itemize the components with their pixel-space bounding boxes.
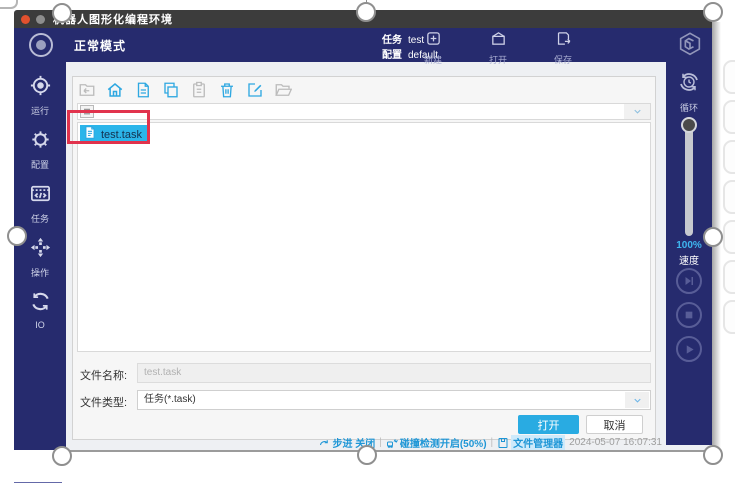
sidebar-item-label: 配置 [31,158,49,171]
background-window-edge [723,260,735,294]
background-window-corner [0,0,18,9]
code-window-icon [29,182,52,210]
path-dropdown[interactable] [77,103,651,120]
status-separator: | [379,437,382,448]
sidebar-item-label: 运行 [31,104,49,117]
file-type-label: 文件类型: [80,394,127,410]
play-icon [684,344,695,355]
io-circulation-icon [29,290,52,318]
background-window-edge [723,180,735,214]
selection-handle-top-left[interactable] [52,3,72,23]
background-window-edge [723,100,735,134]
cancel-button[interactable]: 取消 [586,415,643,434]
cube-logo-icon [676,31,704,59]
copy-icon[interactable] [161,81,180,100]
file-open-dialog: test.task 文件名称: test.task 文件类型: 任务(*.tas… [72,76,656,440]
speed-slider-track[interactable] [685,124,693,236]
background-window-edge [723,220,735,254]
selection-handle-bottom-right[interactable] [703,445,723,465]
sidebar-item-label: 任务 [31,212,49,225]
close-window-button[interactable] [21,15,30,24]
step-arrow-icon [318,437,330,449]
file-name-input[interactable]: test.task [137,363,651,383]
sidebar-item-run[interactable]: 运行 [14,74,66,120]
sidebar-item-config[interactable]: 配置 [14,128,66,174]
save-task-button[interactable]: 保存 [539,30,587,61]
save-task-label: 保存 [554,53,572,66]
background-window-edge [723,60,735,94]
skip-to-end-icon [683,275,695,287]
open-task-button[interactable]: 打开 [474,30,522,61]
skip-to-end-button[interactable] [676,268,702,294]
new-task-label: 新建 [424,53,442,66]
sidebar-item-label: IO [35,320,45,330]
annotation-highlight-box [67,110,150,144]
mode-label: 正常模式 [74,37,126,54]
collision-icon [386,437,398,449]
sidebar-item-task[interactable]: 任务 [14,182,66,228]
collision-detection-status[interactable]: 碰撞检测开启(50%) [386,435,487,450]
home-icon[interactable] [105,81,124,100]
right-sidebar: 循环 100% 速度 [666,62,712,445]
mode-indicator-icon[interactable] [29,33,53,57]
rename-icon[interactable] [245,81,264,100]
new-task-button[interactable]: 新建 [409,30,457,61]
file-list[interactable]: test.task [77,122,651,352]
status-separator: | [491,437,494,448]
loop-label: 循环 [680,101,698,114]
run-target-icon [29,74,52,102]
open-button[interactable]: 打开 [518,415,579,434]
open-task-label: 打开 [489,53,507,66]
open-folder-icon[interactable] [273,81,292,100]
gear-icon [29,128,52,156]
background-window-edge [723,300,735,334]
selection-handle-top-right[interactable] [703,2,723,22]
chevron-down-icon[interactable] [624,104,650,119]
dialog-toolbar [77,80,292,100]
loop-refresh-icon [677,70,701,99]
folder-up-icon[interactable] [77,81,96,100]
file-type-value: 任务(*.task) [144,394,196,405]
open-mail-icon [490,30,507,52]
selection-handle-top-center[interactable] [356,2,376,22]
selection-handle-left-middle[interactable] [7,226,27,246]
file-name-label: 文件名称: [80,367,127,383]
background-window-edge [723,140,735,174]
speed-slider-handle[interactable] [681,117,697,133]
delete-icon[interactable] [217,81,236,100]
loop-control[interactable]: 循环 [666,70,712,114]
speed-label: 速度 [666,252,712,267]
stop-button[interactable] [676,302,702,328]
selection-handle-bottom-left[interactable] [52,446,72,466]
file-manager-status[interactable]: 文件管理器 [497,435,565,450]
selection-handle-right-middle[interactable] [703,227,723,247]
file-type-select[interactable]: 任务(*.task) [137,390,651,410]
stop-icon [684,310,694,320]
paste-icon[interactable] [189,81,208,100]
new-file-icon [425,30,442,52]
file-manager-icon [497,437,509,449]
play-button[interactable] [676,336,702,362]
selection-handle-bottom-center[interactable] [357,445,377,465]
screenshot-page: 机器人图形化编程环境 正常模式 任务test 配置default 新建 [0,0,735,483]
left-sidebar: 运行 配置 任务 操作 [14,62,66,450]
new-file-icon[interactable] [133,81,152,100]
chevron-down-icon [625,392,649,408]
status-timestamp: 2024-05-07 16:07:31 [569,437,662,448]
app-header: 正常模式 任务test 配置default 新建 打开 [14,28,712,62]
save-icon [555,30,572,52]
move-arrows-icon [29,236,52,264]
sidebar-item-label: 操作 [31,266,49,279]
app-window: 机器人图形化编程环境 正常模式 任务test 配置default 新建 [14,10,712,450]
sidebar-item-io[interactable]: IO [14,290,66,336]
minimize-window-button[interactable] [36,15,45,24]
config-label: 配置 [382,50,402,61]
task-label: 任务 [382,35,402,46]
